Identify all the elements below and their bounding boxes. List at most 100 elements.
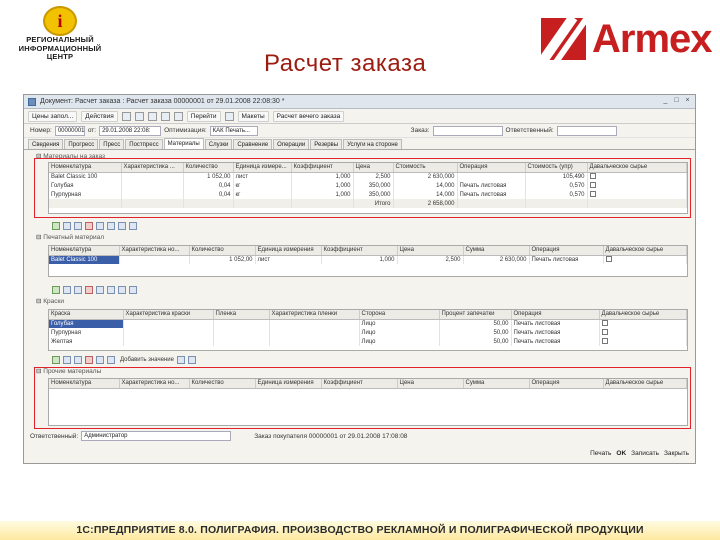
cell[interactable]: Balet Classic 100 (49, 255, 120, 264)
cell[interactable] (123, 319, 214, 328)
cell[interactable]: 1,000 (321, 255, 398, 264)
cell[interactable]: 50,00 (439, 328, 512, 337)
maximize-button[interactable]: □ (672, 96, 681, 106)
client-material-checkbox[interactable] (601, 329, 608, 336)
delete-row-icon[interactable] (85, 222, 93, 230)
cell[interactable]: Голубая (49, 319, 124, 328)
tab-press[interactable]: Пресс (99, 139, 125, 149)
client-material-checkbox[interactable] (601, 338, 608, 345)
move-down-icon[interactable] (107, 222, 115, 230)
tab-info[interactable]: Сведения (28, 139, 64, 149)
cell[interactable]: Лицо (359, 319, 440, 328)
cell[interactable]: Лицо (359, 328, 440, 337)
cell[interactable]: Печать листовая (511, 337, 600, 346)
cell[interactable]: Печать листовая (511, 328, 600, 337)
cell[interactable] (269, 328, 360, 337)
cell[interactable] (123, 328, 214, 337)
cell[interactable]: 2,500 (397, 255, 464, 264)
cell[interactable] (269, 319, 360, 328)
close-window-button[interactable]: Закрыть (664, 450, 689, 457)
cell[interactable] (123, 337, 214, 346)
filter-icon[interactable] (187, 356, 196, 364)
inks-table[interactable]: Краска Характеристика краски Пленка Хара… (48, 309, 688, 351)
cell[interactable]: 50,00 (439, 337, 512, 346)
cell[interactable] (119, 255, 190, 264)
print-button[interactable]: Печать (590, 450, 611, 457)
cell[interactable] (599, 319, 687, 328)
col-header[interactable]: Количество (189, 246, 256, 256)
sort-icon[interactable] (118, 286, 126, 294)
manager-field[interactable] (556, 125, 617, 136)
move-down-icon[interactable] (107, 356, 115, 364)
col-header[interactable]: Единица измерения (255, 246, 322, 256)
move-up-icon[interactable] (96, 222, 104, 230)
add-value-button[interactable]: Добавить значение (120, 357, 174, 363)
col-header[interactable]: Сторона (359, 310, 440, 320)
edit-row-icon[interactable] (74, 286, 82, 294)
save-button[interactable]: Записать (631, 450, 659, 457)
table-row[interactable]: Balet Classic 100 1 052,00 лист 1,000 2,… (49, 255, 687, 264)
tab-materials[interactable]: Материалы (163, 138, 204, 149)
add-row-icon[interactable] (52, 222, 60, 230)
menu-calc-order[interactable]: Расчет вечего заказа (272, 110, 345, 122)
col-header[interactable]: Коэффициент (321, 246, 398, 256)
cell[interactable] (599, 328, 687, 337)
menu-layouts[interactable]: Макеты (237, 110, 269, 122)
ok-button[interactable]: OK (616, 450, 626, 457)
order-field[interactable] (432, 125, 503, 136)
col-header[interactable]: Цена (397, 246, 464, 256)
table-row[interactable]: Пурпурная Лицо 50,00 Печать листовая (49, 328, 687, 337)
tab-postpress[interactable]: Постпресс (125, 139, 163, 149)
cell[interactable] (603, 255, 687, 264)
col-header[interactable]: Характеристика пленки (269, 310, 360, 320)
refresh-icon[interactable] (173, 111, 183, 121)
sort-icon[interactable] (176, 356, 185, 364)
col-header[interactable]: Операция (511, 310, 600, 320)
cell[interactable] (213, 319, 270, 328)
move-up-icon[interactable] (96, 356, 104, 364)
copy-row-icon[interactable] (63, 356, 71, 364)
filter-icon[interactable] (129, 222, 137, 230)
responsible-field[interactable]: Администратор (81, 431, 232, 441)
minimize-button[interactable]: _ (661, 96, 670, 106)
menu-prices[interactable]: Цены запол... (28, 110, 78, 122)
table-row[interactable]: Голубая Лицо 50,00 Печать листовая (49, 319, 687, 328)
col-header[interactable]: Давальческое сырье (603, 246, 687, 256)
add-row-icon[interactable] (52, 286, 60, 294)
tab-operations[interactable]: Операции (273, 139, 310, 149)
table-row[interactable]: Желтая Лицо 50,00 Печать листовая (49, 337, 687, 346)
cell[interactable]: Желтая (49, 337, 124, 346)
add-row-icon[interactable] (52, 356, 60, 364)
menu-goto[interactable]: Перейти (186, 110, 221, 122)
tab-outsourcing[interactable]: Услуги на стороне (343, 139, 402, 149)
move-up-icon[interactable] (96, 286, 104, 294)
copy-row-icon[interactable] (63, 222, 71, 230)
cell[interactable]: Печать листовая (511, 319, 600, 328)
tab-comparison[interactable]: Сравнение (233, 139, 273, 149)
client-material-checkbox[interactable] (605, 256, 612, 263)
edit-icon[interactable] (147, 111, 157, 121)
move-down-icon[interactable] (107, 286, 115, 294)
cell[interactable] (269, 337, 360, 346)
cell[interactable]: лист (255, 255, 322, 264)
cell[interactable]: Лицо (359, 337, 440, 346)
cell[interactable]: 50,00 (439, 319, 512, 328)
tab-progress[interactable]: Прогресс (64, 139, 99, 149)
edit-row-icon[interactable] (74, 222, 82, 230)
tab-services[interactable]: Слузки (204, 139, 233, 149)
filter-icon[interactable] (129, 286, 137, 294)
cell[interactable] (213, 328, 270, 337)
copy-icon[interactable] (134, 111, 144, 121)
type-field[interactable]: КАК Печать... (209, 125, 258, 136)
menu-actions[interactable]: Действия (81, 110, 118, 122)
cell[interactable]: Пурпурная (49, 328, 124, 337)
copy-row-icon[interactable] (63, 286, 71, 294)
edit-row-icon[interactable] (74, 356, 82, 364)
help-icon[interactable] (224, 111, 234, 121)
col-header[interactable]: Процент запечатки (439, 310, 512, 320)
tab-reserves[interactable]: Резервы (310, 139, 343, 149)
col-header[interactable]: Характеристика краски (123, 310, 214, 320)
col-header[interactable]: Краска (49, 310, 124, 320)
sort-icon[interactable] (118, 222, 126, 230)
col-header[interactable]: Номенклатура (49, 246, 120, 256)
